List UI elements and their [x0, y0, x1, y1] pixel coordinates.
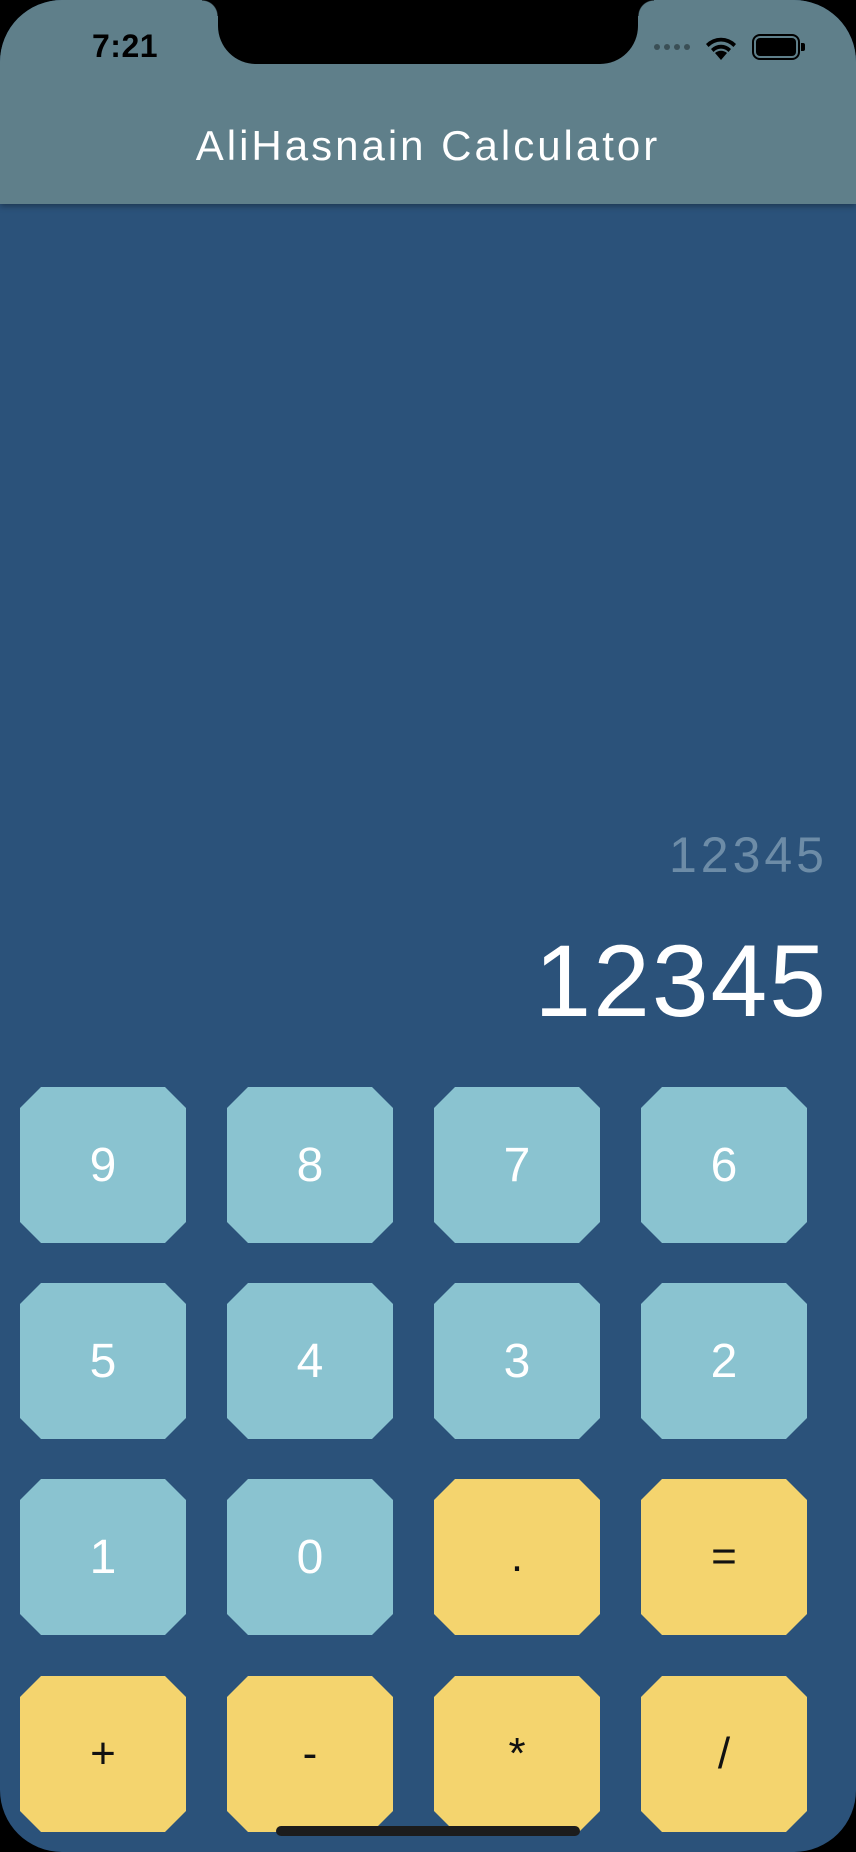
key-0[interactable]: 0: [227, 1479, 393, 1635]
notch: [202, 0, 654, 64]
phone-screen: 7:21 AliHasnain Calculator 12345 12345 9…: [0, 0, 856, 1852]
key-6[interactable]: 6: [641, 1087, 807, 1243]
key-divide[interactable]: /: [641, 1676, 807, 1832]
wifi-icon: [704, 34, 738, 60]
key-7[interactable]: 7: [434, 1087, 600, 1243]
home-indicator[interactable]: [276, 1826, 580, 1836]
key-minus[interactable]: -: [227, 1676, 393, 1832]
key-plus[interactable]: +: [20, 1676, 186, 1832]
key-equals[interactable]: =: [641, 1479, 807, 1635]
key-2[interactable]: 2: [641, 1283, 807, 1439]
app-bar: AliHasnain Calculator: [0, 92, 856, 204]
keypad: 9 8 7 6 5 4 3 2 1 0 . = + - * /: [0, 0, 856, 1852]
app-title: AliHasnain Calculator: [195, 122, 661, 169]
battery-icon: [752, 34, 806, 60]
key-1[interactable]: 1: [20, 1479, 186, 1635]
key-5[interactable]: 5: [20, 1283, 186, 1439]
key-decimal[interactable]: .: [434, 1479, 600, 1635]
key-9[interactable]: 9: [20, 1087, 186, 1243]
key-8[interactable]: 8: [227, 1087, 393, 1243]
key-4[interactable]: 4: [227, 1283, 393, 1439]
status-bar: 7:21: [0, 0, 856, 92]
status-time: 7:21: [92, 28, 159, 64]
status-icons: [654, 34, 806, 60]
signal-dots-icon: [654, 44, 690, 50]
key-multiply[interactable]: *: [434, 1676, 600, 1832]
key-3[interactable]: 3: [434, 1283, 600, 1439]
